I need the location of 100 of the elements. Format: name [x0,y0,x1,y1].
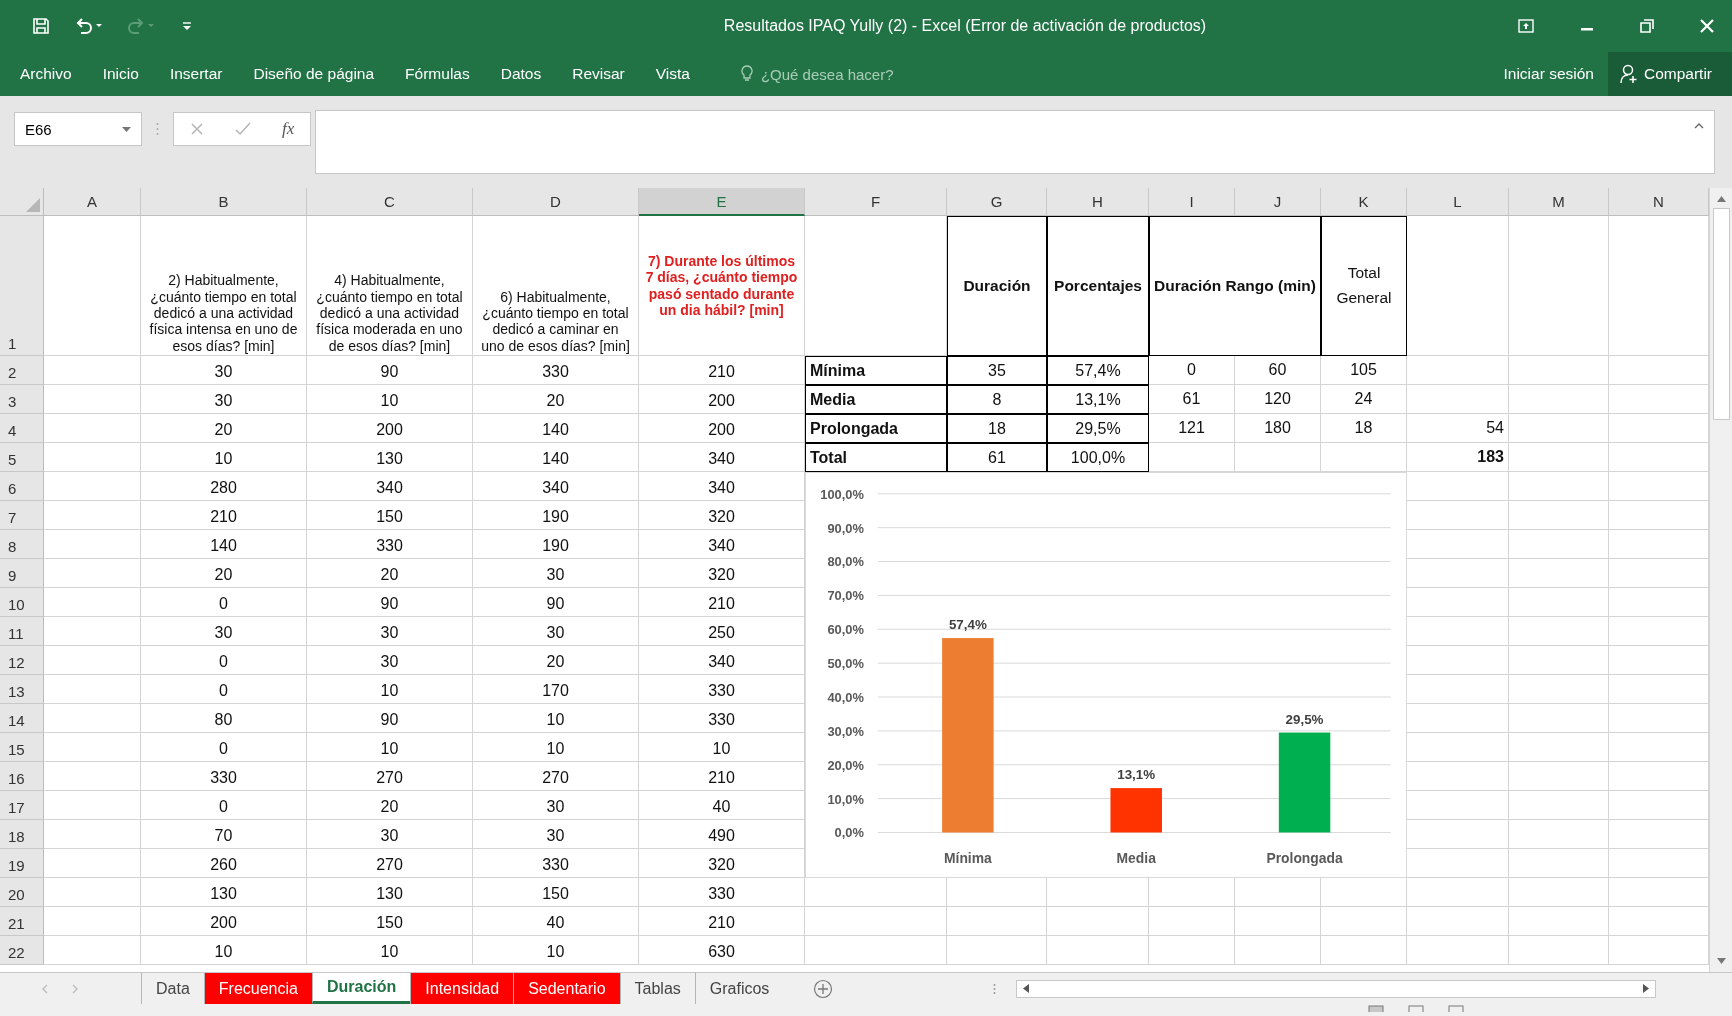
scrollbar-thumb[interactable] [1712,208,1730,420]
empty-cell[interactable] [1509,704,1609,733]
empty-cell[interactable] [1509,878,1609,907]
customize-toolbar-icon[interactable] [182,20,192,32]
row-header[interactable]: 21 [0,907,44,936]
row-header[interactable]: 1 [0,216,44,356]
column-header[interactable]: K [1321,188,1407,216]
empty-cell[interactable] [1509,559,1609,588]
column-header[interactable]: G [947,188,1047,216]
scroll-left-icon[interactable] [1023,984,1030,993]
column-header[interactable]: E [639,188,805,216]
add-sheet-icon[interactable] [813,978,834,999]
sheet-tab[interactable]: Sedentario [513,973,620,1004]
row-header[interactable]: 9 [0,559,44,588]
empty-cell[interactable] [805,216,947,356]
column-header[interactable]: D [473,188,639,216]
ribbon-display-icon[interactable] [1518,19,1534,33]
row-header[interactable]: 6 [0,472,44,501]
empty-cell[interactable] [1407,356,1509,385]
name-box[interactable]: E66 [14,112,142,146]
empty-cell[interactable] [1509,530,1609,559]
empty-cell[interactable] [1509,472,1609,501]
column-header[interactable]: B [141,188,307,216]
vertical-scrollbar[interactable] [1709,188,1732,972]
empty-cell[interactable] [1509,820,1609,849]
column-header[interactable]: M [1509,188,1609,216]
column-header[interactable]: F [805,188,947,216]
empty-cell[interactable] [1407,907,1509,936]
close-icon[interactable] [1700,19,1714,33]
select-all-icon[interactable] [26,198,40,212]
column-header[interactable]: N [1609,188,1709,216]
empty-cell[interactable] [1509,443,1609,472]
empty-cell[interactable] [1407,878,1509,907]
empty-cell[interactable] [1509,907,1609,936]
column-header[interactable]: C [307,188,473,216]
share-button[interactable]: Compartir [1607,52,1732,96]
row-header[interactable]: 10 [0,588,44,617]
column-header[interactable]: L [1407,188,1509,216]
empty-cell[interactable] [1047,936,1149,965]
empty-cell[interactable] [1509,936,1609,965]
row-header[interactable]: 4 [0,414,44,443]
empty-cell[interactable] [1509,646,1609,675]
ribbon-tab[interactable]: Archivo [20,65,72,83]
next-sheet-icon[interactable] [72,983,78,994]
row-header[interactable]: 7 [0,501,44,530]
ribbon-tab[interactable]: Datos [500,65,542,83]
empty-cell[interactable] [1321,907,1407,936]
empty-cell[interactable] [805,907,947,936]
page-layout-icon[interactable] [1408,1004,1424,1012]
scroll-right-icon[interactable] [1643,984,1650,993]
empty-cell[interactable] [1235,907,1321,936]
empty-cell[interactable] [1149,907,1235,936]
collapse-caret-icon[interactable] [1694,123,1704,129]
sheet-tab[interactable]: Frecuencia [203,973,312,1004]
empty-cell[interactable] [1509,501,1609,530]
column-header[interactable]: I [1149,188,1235,216]
ribbon-tab[interactable]: Inicio [102,65,139,83]
row-header[interactable]: 15 [0,733,44,762]
row-header[interactable]: 3 [0,385,44,414]
column-header[interactable]: J [1235,188,1321,216]
empty-cell[interactable] [1509,762,1609,791]
row-header[interactable]: 19 [0,849,44,878]
empty-cell[interactable] [1509,356,1609,385]
empty-cell[interactable] [1407,385,1509,414]
sheet-tab[interactable]: Duración [311,973,411,1004]
ribbon-tab[interactable]: Insertar [169,65,223,83]
row-header[interactable]: 20 [0,878,44,907]
empty-cell[interactable] [947,907,1047,936]
row-header[interactable]: 17 [0,791,44,820]
row-header[interactable]: 18 [0,820,44,849]
sign-in-link[interactable]: Iniciar sesión [1503,65,1594,83]
horizontal-scrollbar[interactable] [1016,979,1657,998]
empty-cell[interactable] [805,936,947,965]
empty-cell[interactable] [1149,936,1235,965]
row-header[interactable]: 16 [0,762,44,791]
undo-icon[interactable] [74,17,104,35]
row-header[interactable]: 22 [0,936,44,965]
empty-cell[interactable] [1235,936,1321,965]
empty-cell[interactable] [1047,907,1149,936]
empty-cell[interactable] [1509,675,1609,704]
check-icon[interactable] [234,122,251,136]
empty-cell[interactable] [1509,617,1609,646]
insert-function-button[interactable]: fx [282,119,295,139]
empty-cell[interactable] [1509,733,1609,762]
ribbon-tab[interactable]: Revisar [572,65,625,83]
ribbon-tab[interactable]: Diseño de página [253,65,375,83]
empty-cell[interactable] [1509,791,1609,820]
row-header[interactable]: 13 [0,675,44,704]
ribbon-tab[interactable]: Vista [655,65,690,83]
column-header[interactable]: A [44,188,141,216]
formula-input[interactable] [315,110,1715,174]
empty-cell[interactable] [1407,936,1509,965]
empty-cell[interactable] [1509,385,1609,414]
empty-cell[interactable] [947,936,1047,965]
restore-icon[interactable] [1640,19,1654,33]
cancel-icon[interactable] [189,122,204,136]
column-header[interactable]: H [1047,188,1149,216]
sheet-tab[interactable]: Intensidad [410,973,514,1004]
scroll-up-icon[interactable] [1716,196,1726,202]
row-header[interactable]: 8 [0,530,44,559]
